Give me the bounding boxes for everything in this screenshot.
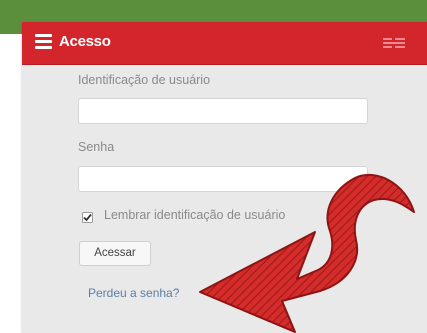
red-arrow-icon — [199, 173, 415, 333]
